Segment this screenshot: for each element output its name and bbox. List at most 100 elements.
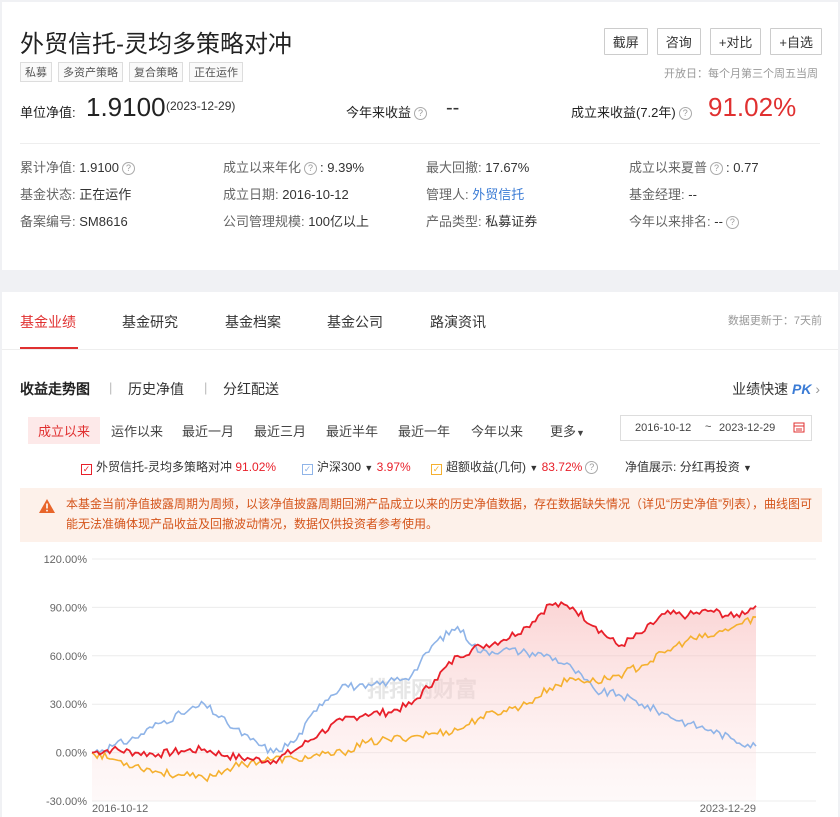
- warning-text: 本基金当前净值披露周期为周频，以该净值披露周期回溯产品成立以来的历史净值数据，存…: [66, 497, 812, 531]
- checkbox-icon[interactable]: ✓: [431, 464, 442, 475]
- legend-excess-value: 83.72%: [541, 460, 583, 474]
- date-separator: ~: [705, 421, 712, 433]
- caret-down-icon[interactable]: ▼: [364, 463, 373, 473]
- tab-research[interactable]: 基金研究: [122, 312, 178, 332]
- info-manager-company: 管理人: 外贸信托: [426, 184, 524, 203]
- info-annualized: 成立以来年化?: 9.39%: [223, 160, 365, 176]
- range-6m[interactable]: 最近半年: [326, 421, 378, 440]
- since-label: 成立来收益(7.2年)?: [571, 102, 695, 121]
- y-tick-label: 90.00%: [50, 602, 88, 614]
- subtab-return-chart[interactable]: 收益走势图: [20, 379, 90, 399]
- nav-display-select[interactable]: 净值展示: 分红再投资 ▼: [625, 458, 752, 475]
- help-icon[interactable]: ?: [585, 461, 599, 475]
- help-icon[interactable]: ?: [414, 107, 428, 121]
- info-key: 公司管理规模:: [223, 214, 305, 229]
- unit-nav-label: 单位净值:: [20, 105, 76, 120]
- info-value: 17.67%: [485, 160, 530, 175]
- tab-profile[interactable]: 基金档案: [225, 312, 281, 332]
- range-3m[interactable]: 最近三月: [254, 421, 306, 440]
- legend-excess[interactable]: ✓ 超额收益(几何) ▼ 83.72%?: [431, 458, 601, 475]
- screenshot-button[interactable]: 截屏: [603, 28, 648, 55]
- range-since-operation[interactable]: 运作以来: [111, 421, 163, 440]
- caret-down-icon[interactable]: ▼: [529, 463, 538, 473]
- update-time: 数据更新于：7天前: [727, 315, 822, 327]
- date-range-picker[interactable]: 2016-10-12 ~ 2023-12-29: [620, 415, 812, 441]
- compare-button[interactable]: +对比: [709, 28, 762, 55]
- quick-pk-link[interactable]: 业绩快速 PK ›: [732, 379, 820, 399]
- ytd-value: --: [446, 97, 460, 119]
- caret-down-icon: ▼: [576, 428, 585, 438]
- x-tick-label: 2016-10-12: [92, 803, 148, 815]
- info-value: SM8616: [79, 214, 128, 229]
- checkbox-icon[interactable]: ✓: [302, 464, 313, 475]
- manager-link[interactable]: 外贸信托: [472, 187, 524, 202]
- info-ytd-rank: 今年以来排名: --?: [629, 211, 742, 230]
- date-end[interactable]: 2023-12-29: [719, 422, 775, 434]
- y-axis-ticks: 120.00% 90.00% 60.00% 30.00% 0.00% -30.00%: [44, 554, 88, 808]
- range-ytd[interactable]: 今年以来: [471, 421, 523, 440]
- info-key: 成立以来年化: [223, 160, 302, 175]
- help-icon[interactable]: ?: [304, 162, 318, 176]
- help-icon[interactable]: ?: [710, 162, 724, 176]
- info-inception: 成立日期: 2016-10-12: [223, 184, 349, 203]
- legend-benchmark[interactable]: ✓ 沪深300 ▼ 3.97%: [302, 458, 411, 475]
- since-value: 91.02%: [708, 92, 797, 122]
- info-value: --: [714, 214, 723, 229]
- info-key: 今年以来排名:: [629, 214, 711, 229]
- unit-nav-value: 1.9100: [86, 92, 166, 122]
- y-tick-label: -30.00%: [46, 796, 87, 808]
- help-icon[interactable]: ?: [122, 162, 136, 176]
- subtab-dividend[interactable]: 分红配送: [223, 379, 279, 399]
- range-more-label: 更多: [550, 424, 577, 439]
- info-key: 备案编号:: [20, 214, 76, 229]
- info-sharpe: 成立以来夏普?: 0.77: [629, 160, 759, 176]
- legend-fund[interactable]: ✓ 外贸信托-灵均多策略对冲 91.02%: [81, 458, 276, 475]
- unit-nav-date: (2023-12-29): [166, 99, 236, 113]
- ytd-label-text: 今年来收益: [346, 105, 412, 120]
- divider: [2, 349, 838, 350]
- pk-badge: PK: [791, 381, 812, 397]
- info-key: 管理人:: [426, 187, 469, 202]
- tab-company[interactable]: 基金公司: [327, 312, 383, 332]
- tab-performance[interactable]: 基金业绩: [20, 312, 76, 332]
- header-actions: 截屏 咨询 +对比 +自选: [603, 28, 822, 55]
- info-key: 基金经理:: [629, 187, 685, 202]
- fund-tags: 私募 多资产策略 复合策略 正在运作: [20, 62, 243, 82]
- open-day-text: 开放日：每个月第三个周五当周: [664, 68, 818, 80]
- tab-roadshow[interactable]: 路演资讯: [430, 312, 486, 332]
- info-value: --: [688, 187, 697, 202]
- info-value: 正在运作: [79, 187, 132, 202]
- y-tick-label: 60.00%: [50, 651, 88, 663]
- info-key: 最大回撤:: [426, 160, 482, 175]
- range-since-inception[interactable]: 成立以来: [28, 417, 101, 444]
- info-key: 成立以来夏普: [629, 160, 708, 175]
- info-record-no: 备案编号: SM8616: [20, 211, 128, 230]
- y-tick-label: 30.00%: [50, 699, 88, 711]
- active-tab-indicator: [20, 347, 78, 349]
- watchlist-button[interactable]: +自选: [770, 28, 822, 55]
- calendar-icon[interactable]: [793, 421, 805, 436]
- range-more-dropdown[interactable]: 更多▼: [550, 421, 585, 440]
- performance-card: 基金业绩 基金研究 基金档案 基金公司 路演资讯 数据更新于：7天前 收益走势图…: [2, 292, 838, 817]
- date-start[interactable]: 2016-10-12: [635, 422, 691, 434]
- tag-multi-asset: 多资产策略: [58, 62, 123, 82]
- info-value: 2016-10-12: [282, 187, 349, 202]
- info-fund-manager: 基金经理: --: [629, 184, 697, 203]
- x-tick-label: 2023-12-29: [700, 803, 756, 815]
- subtab-history-nav[interactable]: 历史净值: [128, 379, 184, 399]
- info-key: 产品类型:: [426, 214, 482, 229]
- info-value: 0.77: [733, 160, 759, 175]
- help-icon[interactable]: ?: [678, 107, 692, 121]
- info-acc-nav: 累计净值: 1.9100?: [20, 157, 138, 176]
- info-value: 私募证券: [485, 214, 538, 229]
- checkbox-icon[interactable]: ✓: [81, 464, 92, 475]
- since-label-text: 成立来收益(7.2年): [571, 105, 676, 120]
- help-icon[interactable]: ?: [725, 216, 739, 230]
- return-chart[interactable]: 120.00%90.00%60.00%30.00%0.00%-30.00% 排排…: [2, 547, 838, 817]
- info-key: 成立日期:: [223, 187, 279, 202]
- legend-fund-value: 91.02%: [235, 460, 277, 474]
- consult-button[interactable]: 咨询: [656, 28, 701, 55]
- tag-composite: 复合策略: [129, 62, 183, 82]
- range-1y[interactable]: 最近一年: [398, 421, 450, 440]
- range-1m[interactable]: 最近一月: [182, 421, 234, 440]
